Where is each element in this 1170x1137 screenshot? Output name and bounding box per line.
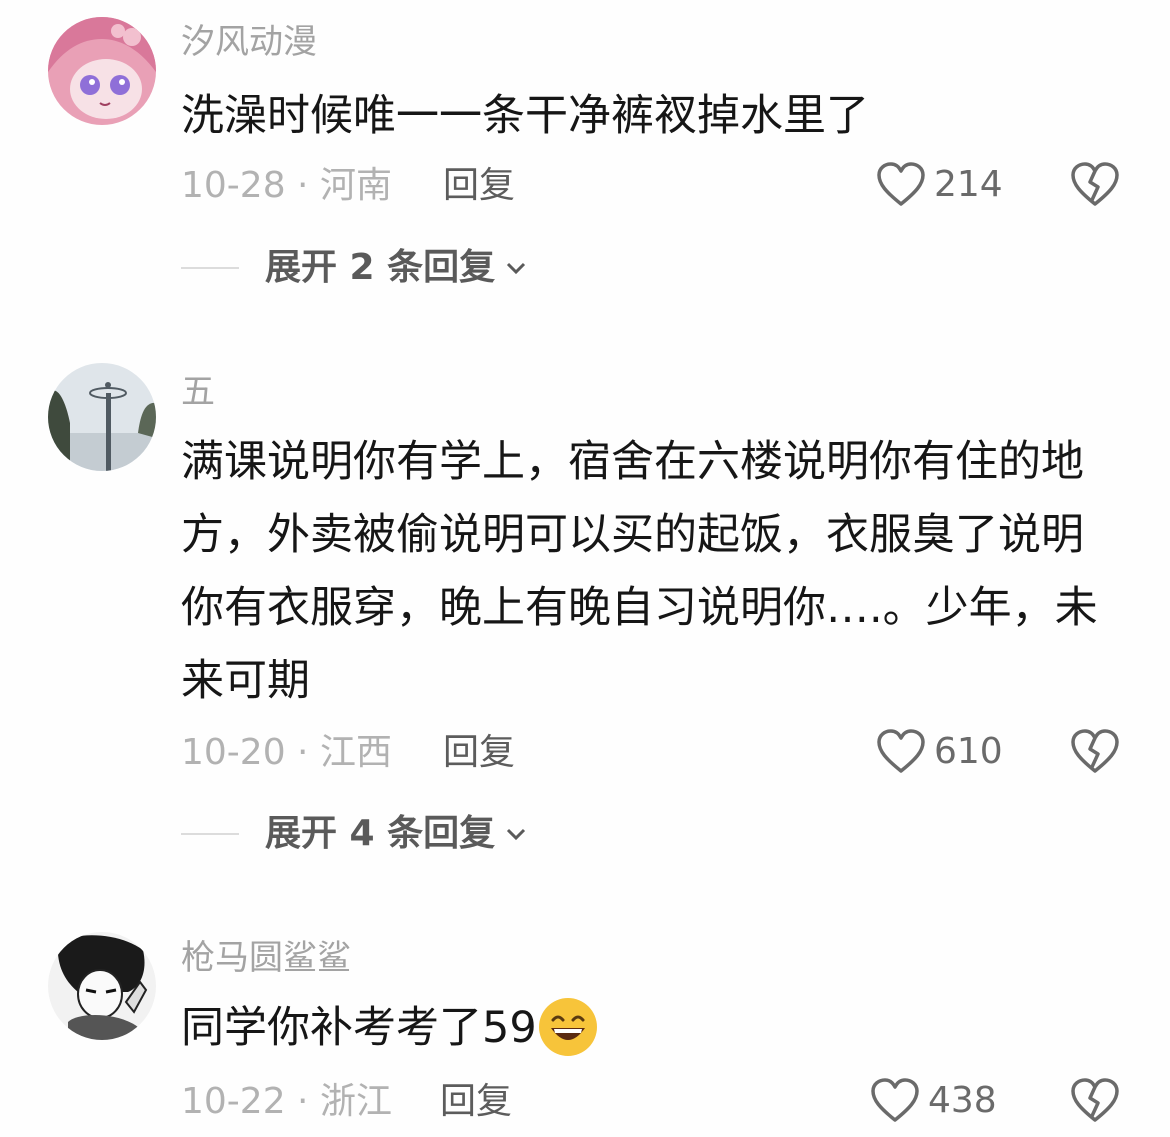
avatar[interactable] [48,363,156,471]
avatar[interactable] [48,932,156,1040]
like-button[interactable]: 214 [876,162,1003,208]
expand-replies-button[interactable]: 展开 4 条回复 [181,812,529,856]
heart-icon [871,1078,919,1122]
like-count: 438 [928,1080,997,1121]
dislike-button[interactable] [1070,729,1120,779]
comment-text: 同学你补考考了59 [181,1003,537,1053]
dislike-button[interactable] [1070,1078,1120,1128]
dislike-button[interactable] [1070,162,1120,212]
like-button[interactable]: 610 [876,729,1003,775]
reply-button[interactable]: 回复 [443,164,515,208]
anime-avatar-image [48,17,156,125]
chevron-down-icon [507,828,526,841]
grinning-face-emoji [538,997,597,1056]
comment-text: 满课说明你有学上，宿舍在六楼说明你有住的地方，外卖被偷说明可以买的起饭，衣服臭了… [181,437,1098,706]
username[interactable]: 枪马圆鲨鲨 [181,938,351,978]
reply-button[interactable]: 回复 [443,731,515,775]
broken-heart-icon [1071,1078,1119,1122]
divider [181,267,239,269]
comment-date-location: 10-28 · 河南 [181,165,392,206]
reply-button[interactable]: 回复 [440,1080,512,1124]
broken-heart-icon [1071,162,1119,206]
heart-icon [877,162,925,206]
heart-icon [877,729,925,773]
like-count: 610 [934,731,1003,772]
comment-text-row: 同学你补考考了59 [181,992,1121,1065]
comment-date-location: 10-22 · 浙江 [181,1081,392,1122]
divider [181,833,239,835]
expand-replies-label: 展开 4 条回复 [265,813,496,854]
like-button[interactable]: 438 [870,1078,997,1124]
expand-replies-label: 展开 2 条回复 [265,247,496,288]
username[interactable]: 汐风动漫 [181,22,317,62]
avatar[interactable] [48,17,156,125]
comment-text: 洗澡时候唯一一条干净裤衩掉水里了 [181,91,869,141]
manga-avatar-image [48,932,156,1040]
tower-photo-avatar-image [48,363,156,471]
like-count: 214 [934,164,1003,205]
comment-date-location: 10-20 · 江西 [181,732,392,773]
broken-heart-icon [1071,729,1119,773]
expand-replies-button[interactable]: 展开 2 条回复 [181,246,529,290]
chevron-down-icon [507,262,526,275]
username[interactable]: 五 [181,372,215,412]
